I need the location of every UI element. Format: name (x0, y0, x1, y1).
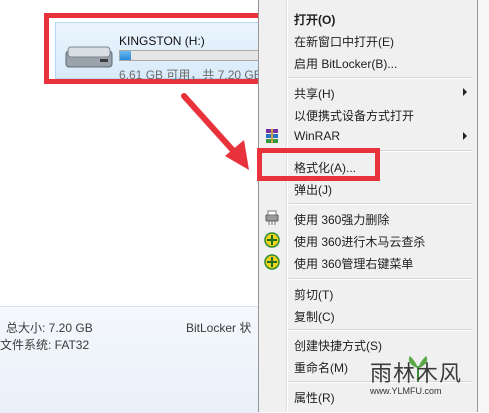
drive-usage-fill (120, 51, 132, 60)
menu-item-label: 使用 360强力删除 (294, 213, 390, 227)
explorer-window: KINGSTON (H:) 6.61 GB 可用，共 7.20 GB 总大小: … (0, 0, 272, 413)
context-menu: 打开(O) 在新窗口中打开(E) 启用 BitLocker(B)... 共享(H… (258, 0, 478, 412)
menu-item-label: 打开(O) (294, 13, 336, 27)
menu-item-cut[interactable]: 剪切(T) (261, 282, 475, 304)
menu-item-360-scan[interactable]: 使用 360进行木马云查杀 (261, 229, 475, 251)
menu-item-label: 属性(R) (294, 391, 335, 405)
menu-item-label: 弹出(J) (294, 183, 332, 197)
menu-item-label: 重命名(M) (294, 361, 348, 375)
menu-item-label: 使用 360进行木马云查杀 (294, 235, 426, 249)
drive-selection: KINGSTON (H:) 6.61 GB 可用，共 7.20 GB (55, 22, 267, 82)
menu-item-label: 复制(C) (294, 310, 335, 324)
winrar-icon (266, 129, 278, 143)
background-strip (478, 0, 489, 412)
menu-item-label: 创建快捷方式(S) (294, 339, 382, 353)
watermark-logo: 雨林木风 www.YLMFU.com (352, 356, 482, 408)
menu-item-open-new-window[interactable]: 在新窗口中打开(E) (261, 29, 475, 51)
360-plus-icon (264, 232, 280, 248)
drive-item[interactable]: KINGSTON (H:) 6.61 GB 可用，共 7.20 GB (44, 13, 272, 84)
menu-separator (289, 278, 473, 280)
drive-free-space: 6.61 GB 可用，共 7.20 GB (119, 68, 262, 82)
menu-item-label: 启用 BitLocker(B)... (294, 57, 398, 71)
menu-item-winrar[interactable]: WinRAR (261, 125, 475, 147)
filesystem: 文件系统: FAT32 (0, 338, 90, 352)
submenu-arrow-icon (463, 132, 467, 140)
menu-separator (289, 329, 473, 331)
menu-item-enable-bitlocker[interactable]: 启用 BitLocker(B)... (261, 51, 475, 73)
menu-item-360-manage[interactable]: 使用 360管理右键菜单 (261, 251, 475, 273)
menu-item-label: 以便携式设备方式打开 (294, 109, 415, 123)
watermark-text: 雨林木风 (370, 362, 463, 387)
shredder-icon (265, 210, 279, 225)
submenu-arrow-icon (463, 88, 467, 96)
360-plus-icon (264, 254, 280, 270)
menu-item-create-shortcut[interactable]: 创建快捷方式(S) (261, 333, 475, 355)
menu-item-360-shred[interactable]: 使用 360强力删除 (261, 207, 475, 229)
details-pane: 总大小: 7.20 GB BitLocker 状 文件系统: FAT32 (0, 306, 262, 413)
removable-drive-icon (65, 46, 113, 68)
menu-item-label: WinRAR (294, 129, 341, 143)
watermark-url: www.YLMFU.com (370, 386, 442, 396)
format-highlight-box (257, 148, 380, 181)
menu-item-open-portable[interactable]: 以便携式设备方式打开 (261, 103, 475, 125)
drive-usage-bar (119, 50, 263, 61)
bitlocker-status: BitLocker 状 (186, 321, 252, 335)
menu-item-label: 使用 360管理右键菜单 (294, 257, 414, 271)
menu-item-copy[interactable]: 复制(C) (261, 304, 475, 326)
menu-separator (289, 77, 473, 79)
menu-separator (289, 203, 473, 205)
menu-item-label: 剪切(T) (294, 288, 334, 302)
menu-item-open[interactable]: 打开(O) (261, 7, 475, 29)
drive-name: KINGSTON (H:) (119, 34, 205, 48)
menu-item-share[interactable]: 共享(H) (261, 81, 475, 103)
menu-item-label: 在新窗口中打开(E) (294, 35, 394, 49)
menu-item-label: 共享(H) (294, 87, 335, 101)
total-size: 总大小: 7.20 GB (6, 321, 93, 335)
